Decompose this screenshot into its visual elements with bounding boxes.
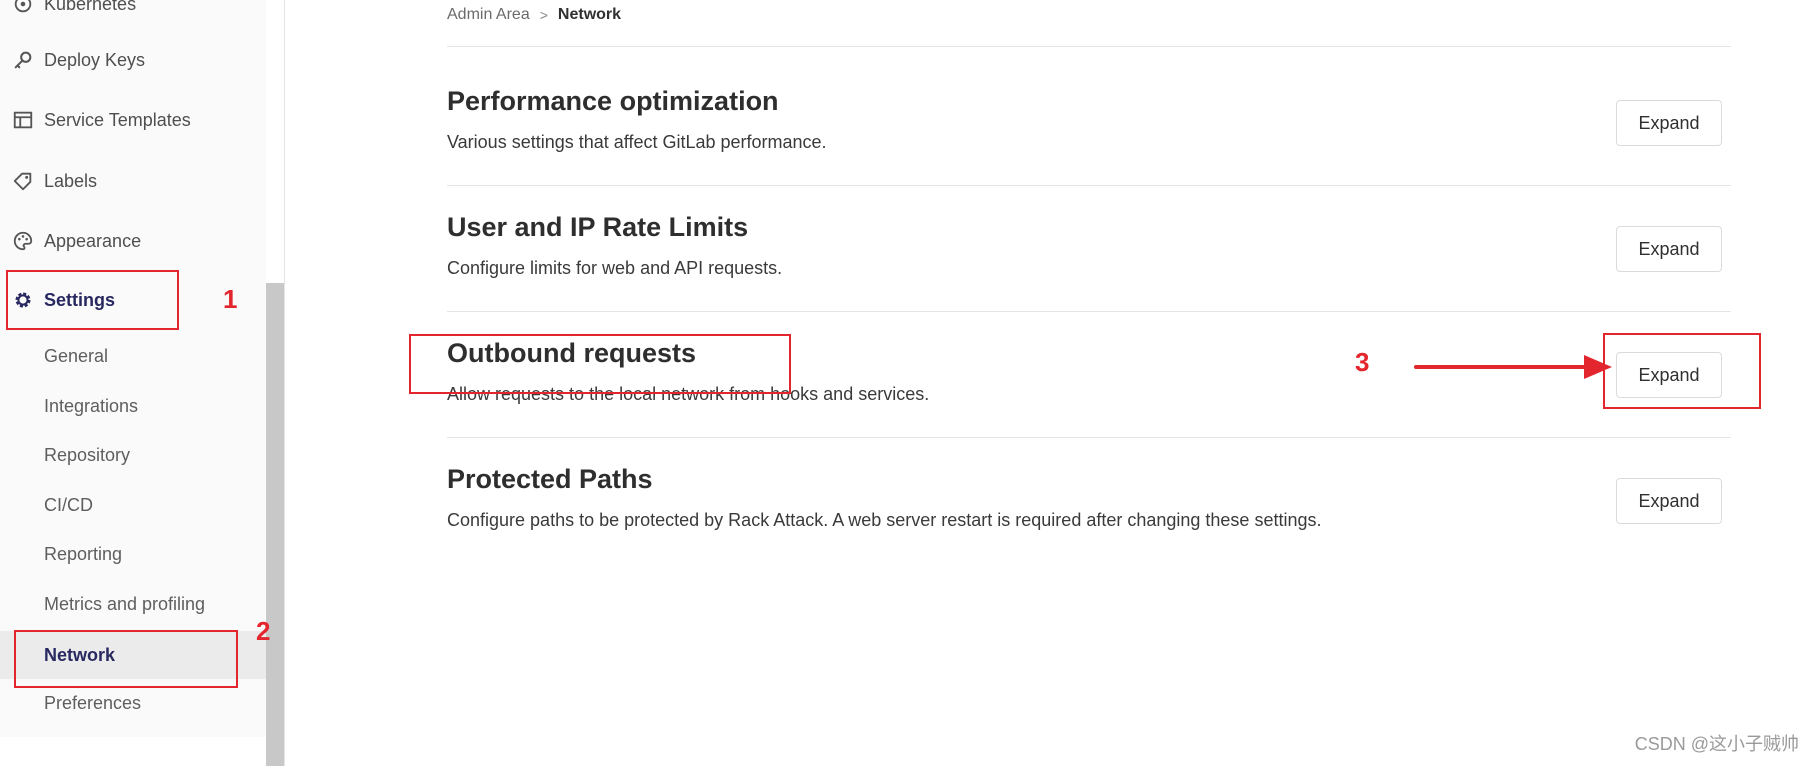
expand-button[interactable]: Expand: [1616, 352, 1722, 398]
label-icon: [12, 170, 34, 192]
sidebar-subitem-label: Network: [44, 644, 116, 665]
section-title: User and IP Rate Limits: [447, 212, 749, 242]
sidebar-item-deploy-keys[interactable]: Deploy Keys: [0, 38, 266, 82]
section-title: Performance optimization: [447, 86, 779, 116]
header-divider: [447, 46, 1731, 47]
annotation-number-3: 3: [1355, 347, 1370, 377]
sidebar-subitem-preferences[interactable]: Preferences: [0, 681, 266, 725]
section-description: Various settings that affect GitLab perf…: [447, 132, 827, 152]
expand-button[interactable]: Expand: [1616, 478, 1722, 524]
expand-button[interactable]: Expand: [1616, 100, 1722, 146]
sidebar-subitem-label: Integrations: [44, 395, 139, 416]
breadcrumb-link-admin-area[interactable]: Admin Area: [447, 6, 530, 24]
sidebar-item-label: Labels: [44, 170, 98, 191]
section-performance-optimization: Performance optimization Various setting…: [447, 60, 1731, 186]
sidebar-subitem-label: Repository: [44, 444, 131, 465]
sidebar-item-service-templates[interactable]: Service Templates: [0, 98, 266, 142]
section-description: Configure paths to be protected by Rack …: [447, 510, 1322, 530]
key-icon: [12, 49, 34, 71]
sidebar-item-label: Appearance: [44, 230, 142, 251]
section-description: Configure limits for web and API request…: [447, 258, 783, 278]
breadcrumb-current: Network: [557, 6, 622, 23]
sidebar-item-appearance[interactable]: Appearance: [0, 219, 266, 263]
section-title: Protected Paths: [447, 464, 653, 494]
breadcrumb: Admin Area > Network: [447, 4, 621, 26]
sidebar: Kubernetes Deploy Keys Service Templates…: [0, 0, 266, 737]
chevron-right-icon: >: [539, 7, 548, 23]
sidebar-item-labels[interactable]: Labels: [0, 159, 266, 203]
annotation-arrow-icon: [1414, 355, 1612, 379]
sidebar-item-kubernetes[interactable]: Kubernetes: [0, 0, 266, 26]
sidebar-subitem-general[interactable]: General: [0, 334, 266, 378]
section-protected-paths: Protected Paths Configure paths to be pr…: [447, 438, 1731, 564]
section-description: Allow requests to the local network from…: [447, 384, 930, 404]
sidebar-subitem-cicd[interactable]: CI/CD: [0, 483, 266, 527]
sidebar-subitem-label: General: [44, 345, 109, 366]
sidebar-subitem-metrics-and-profiling[interactable]: Metrics and profiling: [0, 582, 266, 626]
sidebar-subitem-label: CI/CD: [44, 494, 93, 515]
section-title: Outbound requests: [447, 338, 696, 368]
expand-button[interactable]: Expand: [1616, 226, 1722, 272]
sidebar-subitem-network[interactable]: Network: [0, 631, 266, 679]
sidebar-subitem-label: Metrics and profiling: [44, 593, 206, 614]
annotation-number-2: 2: [256, 616, 271, 646]
sidebar-divider: [284, 0, 285, 766]
palette-icon: [12, 230, 34, 252]
watermark: CSDN @这小子贼帅: [1634, 734, 1799, 754]
sidebar-item-label: Service Templates: [44, 109, 191, 130]
kubernetes-icon: [12, 0, 34, 15]
sidebar-subitem-label: Reporting: [44, 543, 123, 564]
annotation-number-1: 1: [223, 284, 238, 314]
sidebar-subitem-label: Preferences: [44, 692, 142, 713]
sidebar-scrollbar[interactable]: [266, 283, 284, 766]
sidebar-subitem-repository[interactable]: Repository: [0, 433, 266, 477]
sidebar-subitem-integrations[interactable]: Integrations: [0, 384, 266, 428]
sidebar-item-label: Deploy Keys: [44, 49, 146, 70]
gear-icon: [12, 289, 34, 311]
sidebar-subitem-reporting[interactable]: Reporting: [0, 532, 266, 576]
sidebar-item-label: Settings: [44, 289, 116, 310]
sidebar-item-label: Kubernetes: [44, 0, 137, 14]
template-icon: [12, 109, 34, 131]
section-user-ip-rate-limits: User and IP Rate Limits Configure limits…: [447, 186, 1731, 312]
